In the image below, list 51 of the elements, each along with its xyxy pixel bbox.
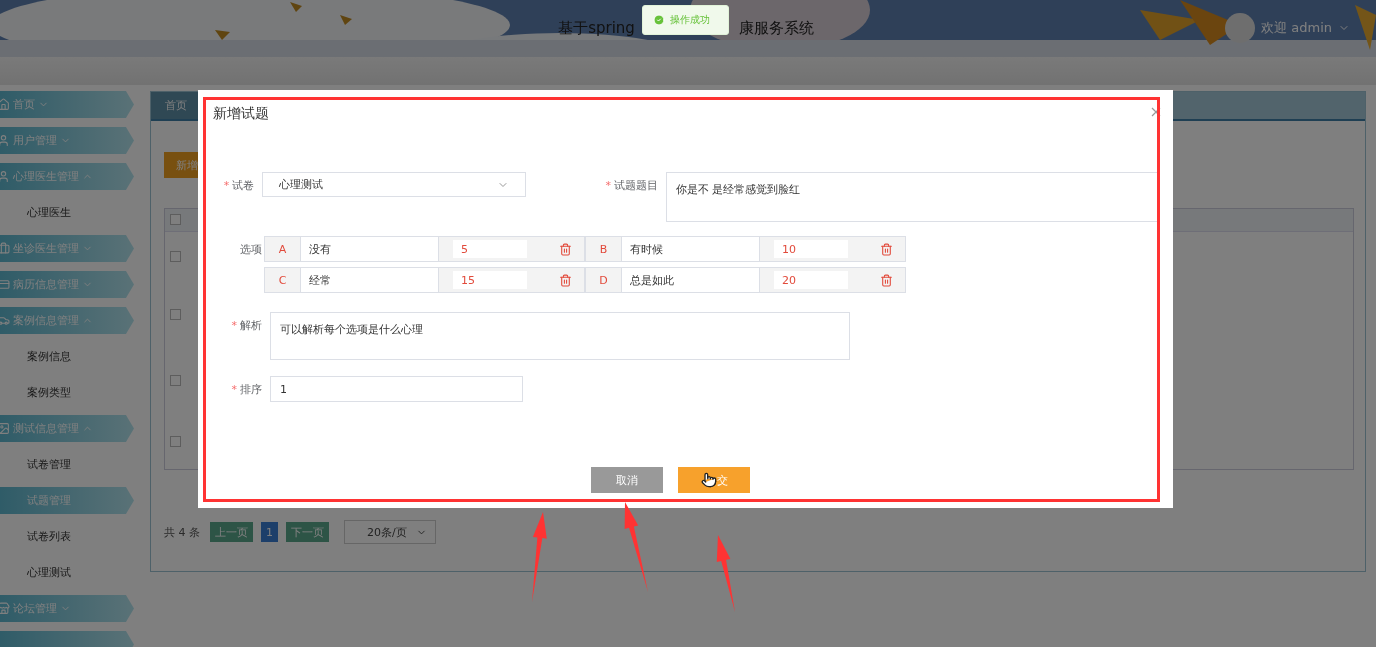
- option-letter: D: [586, 268, 622, 292]
- sidebar-subitem[interactable]: 心理医生: [0, 199, 134, 226]
- field-label: * 解析: [230, 318, 262, 333]
- check-icon: [653, 14, 665, 26]
- checkbox[interactable]: [170, 251, 181, 263]
- cancel-button[interactable]: 取消: [591, 467, 663, 493]
- score-field[interactable]: 20: [774, 271, 848, 289]
- checkbox[interactable]: [170, 375, 181, 387]
- score-field[interactable]: 10: [774, 240, 848, 258]
- home-icon: [0, 98, 10, 111]
- option-letter: A: [265, 237, 301, 261]
- tab[interactable]: 首页: [151, 92, 201, 119]
- checkbox[interactable]: [170, 214, 181, 226]
- sidebar-subitem[interactable]: 试卷管理: [0, 451, 134, 478]
- user-greeting[interactable]: 欢迎 admin: [1261, 19, 1332, 37]
- store-icon: [0, 602, 10, 615]
- sidebar-subitem[interactable]: 试卷列表: [0, 523, 134, 550]
- option-letter: B: [586, 237, 622, 261]
- option-letter: C: [265, 268, 301, 292]
- field-label: * 试题题目: [604, 178, 658, 193]
- briefcase-icon: [0, 242, 10, 255]
- card-icon: [0, 278, 10, 291]
- sidebar-subitem[interactable]: 心理测试: [0, 559, 134, 586]
- delete-icon[interactable]: [880, 242, 893, 256]
- delete-icon[interactable]: [559, 242, 572, 256]
- hand-cursor-icon: [700, 472, 717, 488]
- page-button[interactable]: 1: [261, 522, 278, 542]
- page-size-select[interactable]: 20条/页: [344, 520, 436, 544]
- checkbox[interactable]: [170, 436, 181, 448]
- toast-message: 操作成功: [670, 13, 710, 27]
- order-input[interactable]: 1: [270, 376, 523, 402]
- sidebar-subitem[interactable]: 案例信息: [0, 343, 134, 370]
- field-label: * 试卷: [222, 178, 255, 193]
- dialog-title: 新增试题: [213, 105, 269, 123]
- sidebar-subitem[interactable]: 案例类型: [0, 379, 134, 406]
- app-title: 康服务系统: [738, 19, 814, 38]
- checkbox[interactable]: [170, 308, 181, 320]
- score-field[interactable]: 15: [453, 271, 527, 289]
- delete-icon[interactable]: [880, 273, 893, 287]
- total-count: 共 4 条: [164, 524, 200, 540]
- paper-select[interactable]: 心理测试: [262, 172, 527, 197]
- analysis-textarea[interactable]: 可以解析每个选项是什么心理: [270, 312, 850, 360]
- user-icon: [0, 134, 10, 147]
- user-icon: [0, 170, 10, 183]
- field-label: 选项: [239, 242, 262, 257]
- app-title: 基于spring: [558, 19, 635, 38]
- delete-icon[interactable]: [559, 273, 572, 287]
- field-label: * 排序: [230, 382, 262, 397]
- image-icon: [0, 422, 10, 435]
- car-icon: [0, 314, 10, 327]
- score-field[interactable]: 5: [453, 240, 527, 258]
